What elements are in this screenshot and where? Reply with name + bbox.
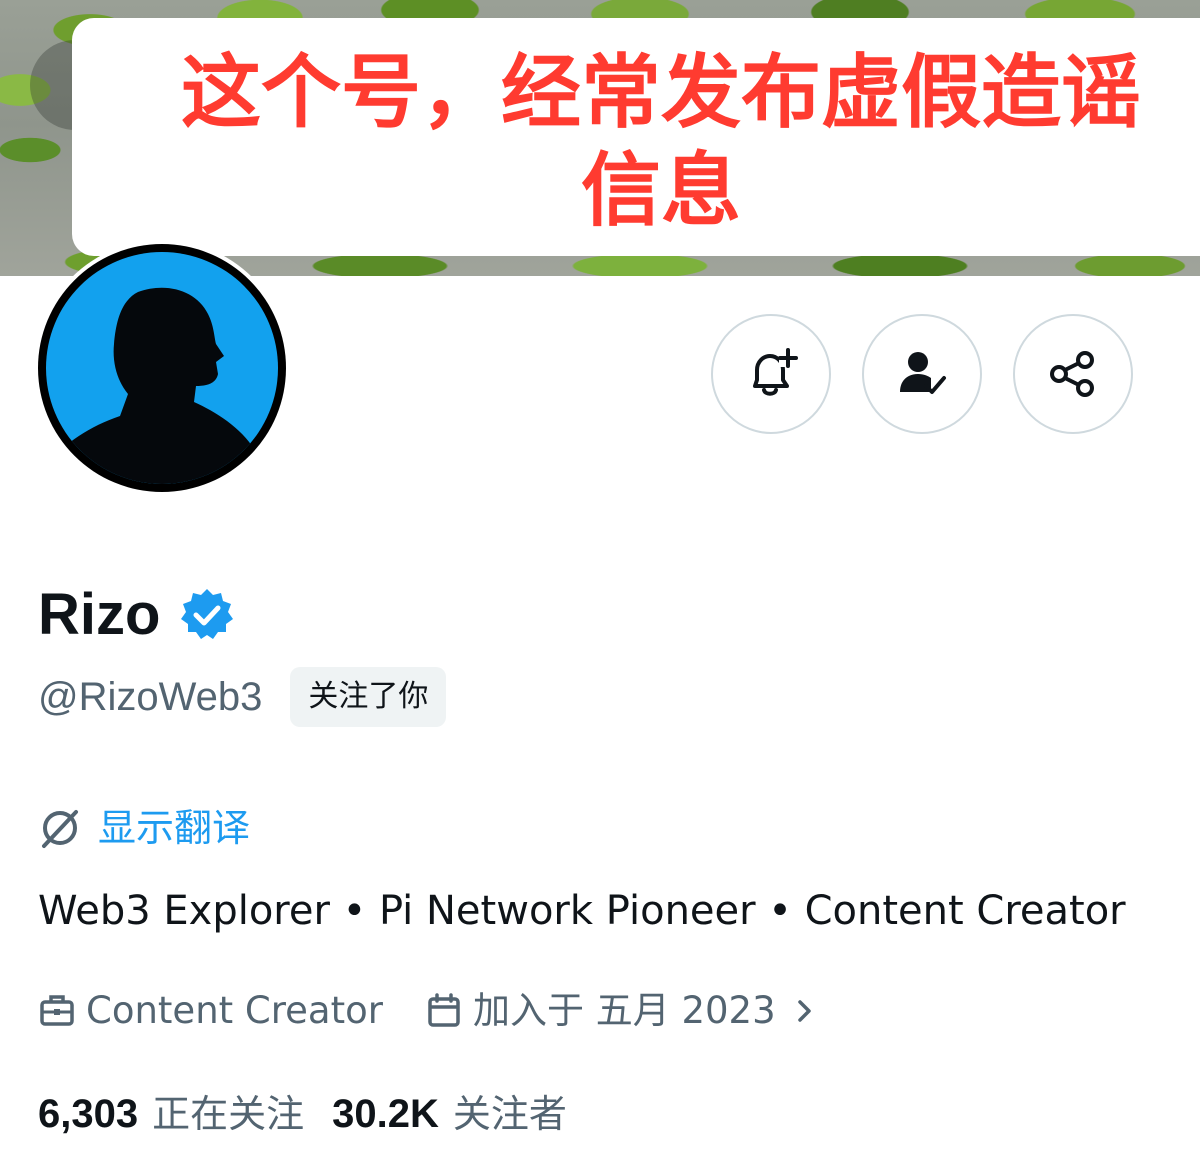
following-stat[interactable]: 6,303 正在关注 xyxy=(38,1088,304,1140)
warning-callout: 这个号，经常发布虚假造谣 信息 xyxy=(72,18,1200,256)
handle-row: @RizoWeb3 关注了你 xyxy=(38,667,447,727)
followers-label: 关注者 xyxy=(452,1092,567,1136)
category-item: Content Creator xyxy=(38,986,383,1036)
avatar-silhouette-image xyxy=(46,252,278,484)
avatar[interactable] xyxy=(34,240,290,496)
category-label: Content Creator xyxy=(86,989,383,1032)
follow-stats: 6,303 正在关注 30.2K 关注者 xyxy=(38,1088,567,1140)
translate-row[interactable]: 显示翻译 xyxy=(38,803,250,853)
user-handle: @RizoWeb3 xyxy=(38,675,263,719)
warning-text-line-1: 这个号，经常发布虚假造谣 xyxy=(181,46,1141,139)
verified-badge-icon[interactable] xyxy=(178,586,236,644)
following-button[interactable] xyxy=(862,314,982,434)
calendar-icon xyxy=(428,993,460,1027)
profile-bio: Web3 Explorer • Pi Network Pioneer • Con… xyxy=(38,888,1126,934)
profile-banner[interactable]: 这个号，经常发布虚假造谣 信息 xyxy=(0,0,1200,276)
profile-meta: Content Creator 加入于 五月 2023 xyxy=(38,986,826,1036)
following-count: 6,303 xyxy=(38,1092,139,1136)
followers-count: 30.2K xyxy=(332,1092,439,1136)
show-translation-link[interactable]: 显示翻译 xyxy=(98,803,250,853)
share-button[interactable] xyxy=(1013,314,1133,434)
follows-you-badge: 关注了你 xyxy=(290,667,447,727)
person-check-icon xyxy=(900,352,946,394)
joined-date-item[interactable]: 加入于 五月 2023 xyxy=(425,986,826,1036)
chevron-right-icon xyxy=(797,1000,811,1022)
translate-globe-icon xyxy=(42,810,78,848)
notify-button[interactable] xyxy=(711,314,831,434)
display-name: Rizo xyxy=(38,582,161,647)
share-icon xyxy=(1050,351,1094,397)
avatar-frame xyxy=(38,244,286,492)
joined-date-label[interactable]: 加入于 五月 2023 xyxy=(473,986,776,1036)
warning-text-line-2: 信息 xyxy=(581,144,741,237)
briefcase-icon xyxy=(40,995,74,1026)
bell-plus-icon xyxy=(753,348,798,396)
name-row: Rizo xyxy=(38,582,236,648)
followers-stat[interactable]: 30.2K 关注者 xyxy=(332,1088,567,1140)
following-label: 正在关注 xyxy=(152,1092,305,1136)
